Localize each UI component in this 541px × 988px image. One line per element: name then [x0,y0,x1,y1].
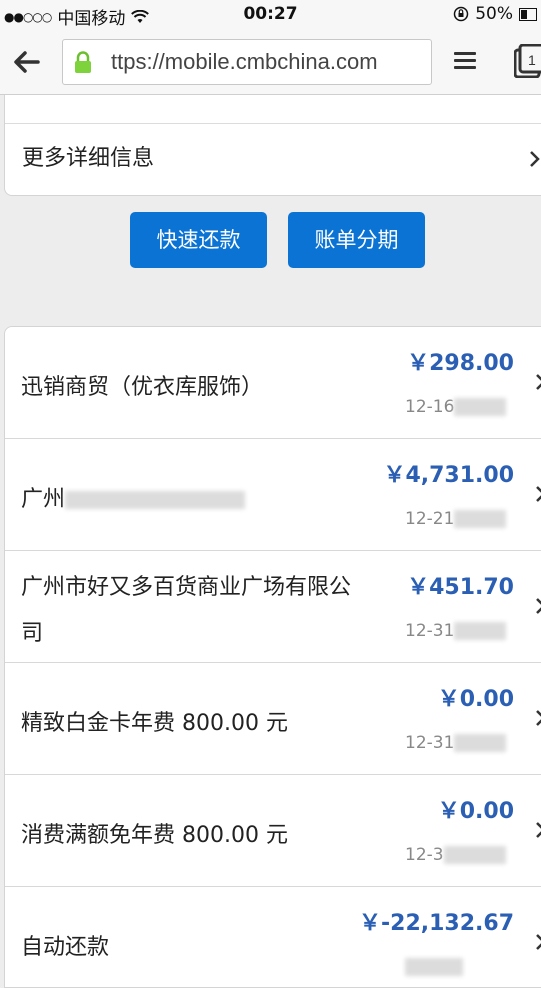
orientation-lock-icon [453,6,469,22]
svg-text:1: 1 [528,52,536,68]
date: 12-21 [405,509,507,529]
amount: ￥4,731.00 [383,463,514,488]
quick-repay-button[interactable]: 快速还款 [130,212,267,268]
amount: ￥451.70 [407,575,514,600]
chevron-right-icon [530,151,540,167]
chevron-right-icon [536,710,541,726]
back-arrow-icon[interactable] [10,46,42,78]
merchant-name: 精致白金卡年费 800.00 元 [21,711,288,736]
transaction-row[interactable]: 迅销商贸（优衣库服饰） ￥298.00 12-16 [5,327,541,439]
action-buttons: 快速还款 账单分期 [0,212,541,270]
transaction-list: 迅销商贸（优衣库服饰） ￥298.00 12-16 广州 ￥4,731.00 1… [4,326,541,988]
transaction-row[interactable]: 消费满额免年费 800.00 元 ￥0.00 12-3 [5,775,541,887]
lock-icon [75,51,91,73]
date: 12-31 [405,733,507,753]
status-bar: ●●○○○ 中国移动 00:27 50% [0,0,541,30]
transaction-row[interactable]: 自动还款 ￥-22,132.67 [5,887,541,987]
transaction-row[interactable]: 精致白金卡年费 800.00 元 ￥0.00 12-31 [5,663,541,775]
chevron-right-icon [536,822,541,838]
more-details-label: 更多详细信息 [22,146,155,171]
amount: ￥298.00 [407,351,514,376]
chevron-right-icon [536,598,541,614]
merchant-name: 广州市好又多百货商业广场有限公司 [21,575,352,646]
merchant-name: 广州 [21,477,376,523]
date: 12-31 [405,621,507,641]
browser-toolbar: ttps://mobile.cmbchina.com 1 [0,30,541,95]
amount: ￥0.00 [437,799,514,824]
date [405,957,463,977]
chevron-right-icon [536,486,541,502]
status-right: 50% [453,4,537,24]
url-text: ttps://mobile.cmbchina.com [111,49,378,74]
bill-summary-card: 更多详细信息 [4,95,541,196]
battery-percent: 50% [475,4,513,24]
transaction-row[interactable]: 广州市好又多百货商业广场有限公司 ￥451.70 12-31 [5,551,541,663]
menu-icon[interactable] [454,52,476,70]
transaction-row[interactable]: 广州 ￥4,731.00 12-21 [5,439,541,551]
battery-icon [519,7,537,21]
address-bar[interactable]: ttps://mobile.cmbchina.com [62,39,432,85]
merchant-name: 消费满额免年费 800.00 元 [21,823,288,848]
date: 12-16 [405,397,507,417]
amount: ￥0.00 [437,687,514,712]
chevron-right-icon [536,374,541,390]
merchant-name: 自动还款 [21,935,110,960]
tabs-icon[interactable]: 1 [514,44,541,78]
date: 12-3 [405,845,506,865]
chevron-right-icon [536,934,541,950]
installment-button[interactable]: 账单分期 [288,212,425,268]
merchant-name: 迅销商贸（优衣库服饰） [21,375,264,400]
more-details-row[interactable]: 更多详细信息 [5,124,541,194]
amount: ￥-22,132.67 [359,911,514,936]
